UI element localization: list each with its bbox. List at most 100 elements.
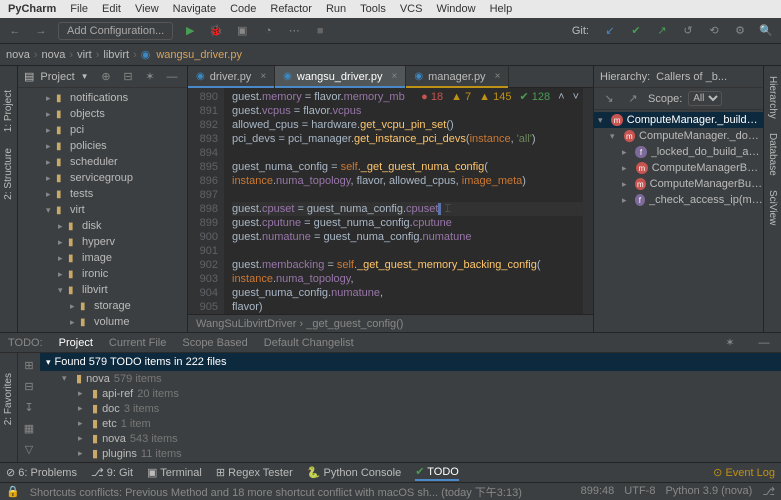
menu-file[interactable]: File	[70, 3, 88, 15]
todo-hide-icon[interactable]: —	[755, 334, 773, 352]
project-tree[interactable]: ▸▮notifications▸▮objects▸▮pci▸▮policies▸…	[18, 88, 187, 332]
tree-item[interactable]: ▸▮image	[18, 250, 187, 266]
todo-item[interactable]: ▸▮ nova 543 items	[40, 431, 781, 446]
menu-edit[interactable]: Edit	[102, 3, 121, 15]
tree-item[interactable]: ▸▮policies	[18, 138, 187, 154]
hierarchy-item[interactable]: ▸mComputeManagerBuildIns	[594, 176, 763, 192]
callers-icon[interactable]: ↘	[600, 90, 618, 108]
tree-item[interactable]: ▸▮pci	[18, 122, 187, 138]
collapse-all-icon[interactable]: ⊟	[20, 378, 38, 395]
autoscroll-icon[interactable]: ↧	[20, 399, 38, 416]
vcs-rollback-icon[interactable]: ⟲	[705, 22, 723, 40]
tree-item[interactable]: ▸▮tests	[18, 186, 187, 202]
scope-select[interactable]: All	[688, 91, 722, 106]
run-icon[interactable]: ▶	[181, 22, 199, 40]
sciview-tool-button[interactable]: SciView	[767, 186, 778, 229]
crumb[interactable]: nova	[42, 49, 66, 61]
nav-back-icon[interactable]: ←	[6, 22, 24, 40]
todo-tab-current[interactable]: Current File	[109, 337, 166, 349]
hierarchy-tree[interactable]: ▾mComputeManager._build_and▾mComputeMana…	[594, 110, 763, 332]
vcs-history-icon[interactable]: ↺	[679, 22, 697, 40]
todo-tab-scope[interactable]: Scope Based	[182, 337, 247, 349]
collapse-icon[interactable]: ⊟	[119, 68, 137, 86]
todo-item[interactable]: ▸▮ etc 1 item	[40, 416, 781, 431]
editor-tab[interactable]: ◉manager.py×	[406, 66, 509, 87]
project-tool-button[interactable]: 1: Project	[3, 86, 14, 136]
close-icon[interactable]: ×	[495, 71, 501, 82]
tree-item[interactable]: ▾▮libvirt	[18, 282, 187, 298]
git-branch-icon[interactable]: ⎇	[762, 485, 775, 498]
vcs-update-icon[interactable]: ↙	[601, 22, 619, 40]
menu-window[interactable]: Window	[436, 3, 475, 15]
hierarchy-item[interactable]: ▸mComputeManagerBuild	[594, 160, 763, 176]
profile-icon[interactable]: ◔	[259, 22, 277, 40]
editor-tab[interactable]: ◉wangsu_driver.py×	[275, 66, 406, 87]
todo-item[interactable]: ▸▮ plugins 11 items	[40, 446, 781, 461]
inspection-summary[interactable]: ● 18 ▲ 7 ▲ 145 ✔ 128 ˄ ˅	[421, 90, 579, 104]
regex-tool-button[interactable]: ⊞ Regex Tester	[216, 466, 293, 479]
tree-item[interactable]: ▸▮volume	[18, 314, 187, 330]
menu-refactor[interactable]: Refactor	[270, 3, 312, 15]
hide-panel-icon[interactable]: —	[163, 68, 181, 86]
crumb-file[interactable]: wangsu_driver.py	[156, 49, 242, 61]
filter-icon[interactable]: ▽	[20, 441, 38, 458]
tree-item[interactable]: ▸▮objects	[18, 106, 187, 122]
stop-icon[interactable]: ■	[311, 22, 329, 40]
group-icon[interactable]: ▦	[20, 420, 38, 437]
close-icon[interactable]: ×	[392, 71, 398, 82]
hierarchy-item[interactable]: ▾mComputeManager._build_and	[594, 112, 763, 128]
menu-code[interactable]: Code	[230, 3, 256, 15]
crumb[interactable]: nova	[6, 49, 30, 61]
status-lock-icon[interactable]: 🔒	[6, 485, 20, 498]
tree-item[interactable]: ▸▮notifications	[18, 90, 187, 106]
tree-item[interactable]: ▸▮storage	[18, 298, 187, 314]
tree-item[interactable]: ▸▮disk	[18, 218, 187, 234]
todo-settings-icon[interactable]: ✶	[721, 334, 739, 352]
hierarchy-item[interactable]: ▾mComputeManager._do_bui	[594, 128, 763, 144]
todo-tab-project[interactable]: Project	[59, 337, 93, 349]
python-console-button[interactable]: 🐍 Python Console	[307, 466, 401, 479]
menu-run[interactable]: Run	[326, 3, 346, 15]
menu-navigate[interactable]: Navigate	[173, 3, 216, 15]
git-tool-button[interactable]: ⎇ 9: Git	[91, 466, 133, 479]
todo-list[interactable]: ▾ Found 579 TODO items in 222 files ▾▮ n…	[40, 353, 781, 462]
terminal-tool-button[interactable]: ▣ Terminal	[147, 466, 202, 479]
vcs-push-icon[interactable]: ↗	[653, 22, 671, 40]
problems-tool-button[interactable]: ⊘ 6: Problems	[6, 466, 77, 479]
python-interpreter[interactable]: Python 3.9 (nova)	[665, 485, 752, 498]
attach-icon[interactable]: ⋯	[285, 22, 303, 40]
database-tool-button[interactable]: Database	[767, 129, 778, 180]
code-editor[interactable]: ● 18 ▲ 7 ▲ 145 ✔ 128 ˄ ˅ guest.memory = …	[224, 88, 583, 314]
tree-item[interactable]: ▸▮hyperv	[18, 234, 187, 250]
close-icon[interactable]: ×	[260, 71, 266, 82]
todo-item[interactable]: ▾▮ nova 579 items	[40, 371, 781, 386]
menu-vcs[interactable]: VCS	[400, 3, 423, 15]
favorites-tool-button[interactable]: 2: Favorites	[3, 373, 14, 425]
editor-tab[interactable]: ◉driver.py×	[188, 66, 275, 87]
tree-item[interactable]: ▸▮servicegroup	[18, 170, 187, 186]
callees-icon[interactable]: ↗	[624, 90, 642, 108]
add-configuration-button[interactable]: Add Configuration...	[58, 22, 173, 40]
structure-tool-button[interactable]: 2: Structure	[3, 144, 14, 204]
marker-rail[interactable]	[583, 88, 593, 314]
debug-icon[interactable]: 🐞	[207, 22, 225, 40]
crumb[interactable]: virt	[77, 49, 92, 61]
todo-item[interactable]: ▸▮ doc 3 items	[40, 401, 781, 416]
tree-item[interactable]: ▾▮virt	[18, 202, 187, 218]
hierarchy-item[interactable]: ▸f_check_access_ip(mock_n	[594, 192, 763, 208]
search-everywhere-icon[interactable]: 🔍	[757, 22, 775, 40]
event-log-button[interactable]: ⊙ Event Log	[713, 466, 775, 479]
select-opened-icon[interactable]: ⊕	[97, 68, 115, 86]
chevron-up-icon[interactable]: ˄	[558, 90, 564, 104]
expand-icon[interactable]: ⊞	[20, 357, 38, 374]
panel-settings-icon[interactable]: ✶	[141, 68, 159, 86]
chevron-down-icon[interactable]: ˅	[573, 90, 579, 104]
todo-item[interactable]: ▸▮ api-ref 20 items	[40, 386, 781, 401]
dropdown-icon[interactable]: ▼	[81, 72, 89, 81]
hierarchy-item[interactable]: ▸f_locked_do_build_and_r	[594, 144, 763, 160]
crumb[interactable]: libvirt	[103, 49, 129, 61]
line-gutter[interactable]: 8908918928938948958968978988999009019029…	[188, 88, 224, 314]
file-encoding[interactable]: UTF-8	[624, 485, 655, 498]
tree-item[interactable]: ▸▮scheduler	[18, 154, 187, 170]
todo-summary[interactable]: ▾ Found 579 TODO items in 222 files	[40, 353, 781, 371]
